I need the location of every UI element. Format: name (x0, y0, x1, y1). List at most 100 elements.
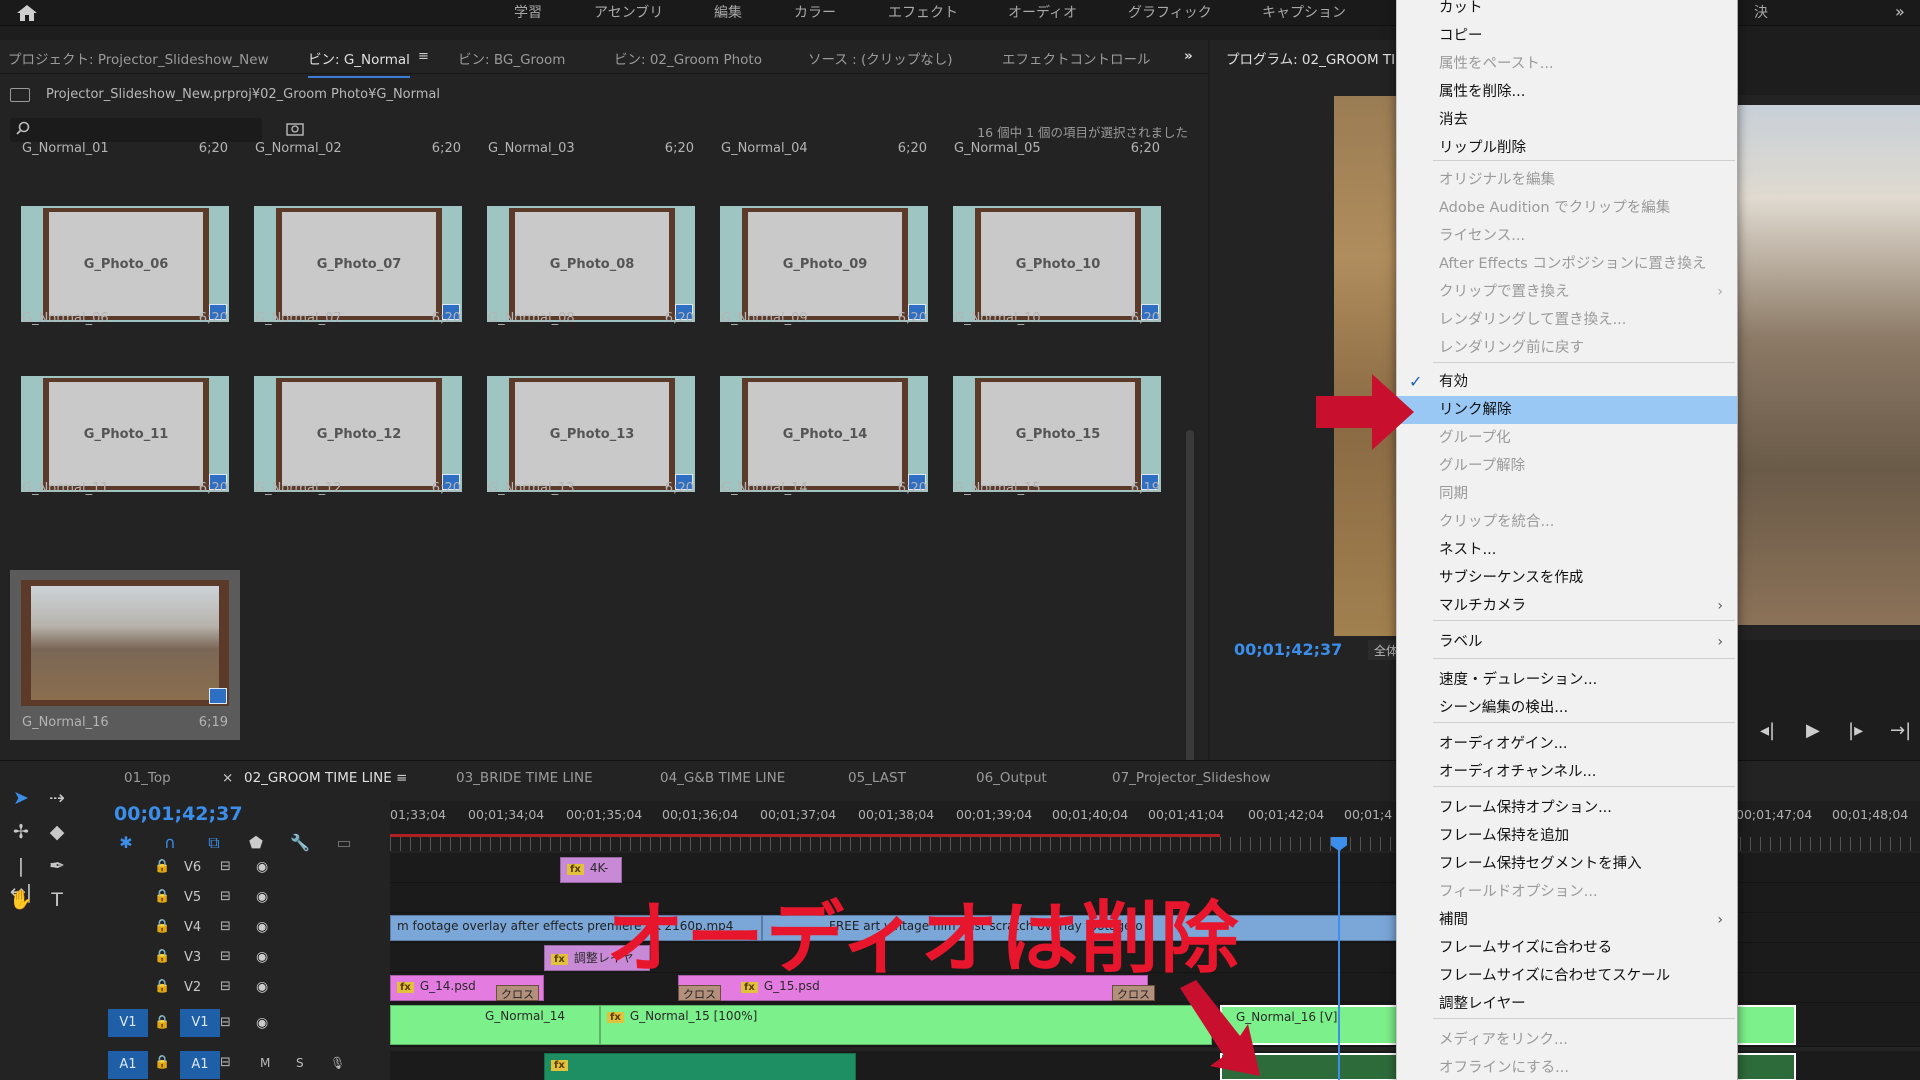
sync-lock-icon[interactable]: ⊟ (220, 1015, 231, 1030)
tab-project[interactable]: プロジェクト: Projector_Slideshow_New (8, 48, 269, 68)
slip-tool-icon[interactable]: |↔| (8, 853, 34, 903)
menu-item-make-subsequence[interactable]: サブシーケンスを作成 (1397, 564, 1737, 592)
menu-item-label[interactable]: ラベル › (1397, 628, 1737, 656)
track-target-a1[interactable]: A1 (180, 1051, 220, 1079)
lock-icon[interactable]: 🔒 (154, 859, 170, 874)
menu-item-time-interpolation[interactable]: 補間 › (1397, 906, 1737, 934)
menu-item-edit-in-audition[interactable]: Adobe Audition でクリップを編集 (1397, 194, 1737, 222)
timeline-clip[interactable]: G_Normal_14 (390, 1005, 600, 1045)
list-item[interactable]: G_Photo_13 G_Normal_13 6;20 (476, 336, 706, 506)
more-tabs-icon[interactable]: » (1184, 48, 1193, 64)
sync-lock-icon[interactable]: ⊟ (220, 979, 231, 994)
list-item[interactable]: G_Photo_06 G_Normal_06 6;20 (10, 166, 240, 336)
tab-sequence-top[interactable]: 01_Top (124, 770, 171, 786)
selection-tool-icon[interactable]: ➤ (8, 785, 34, 811)
menu-item-set-to-frame-size[interactable]: フレームサイズに合わせる (1397, 934, 1737, 962)
wrench-icon[interactable]: 🔧 (290, 833, 310, 853)
list-item[interactable]: G_Photo_10 G_Normal_10 6;20 (942, 166, 1172, 336)
menu-item-audio-gain[interactable]: オーディオゲイン... (1397, 730, 1737, 758)
menu-item-restore-unrendered[interactable]: レンダリング前に戻す (1397, 334, 1737, 362)
lock-icon[interactable]: 🔒 (154, 1055, 170, 1070)
menu-item-merge-clips[interactable]: クリップを統合... (1397, 508, 1737, 536)
lock-icon[interactable]: 🔒 (154, 919, 170, 934)
pen-tool-icon[interactable]: ✒ (44, 853, 70, 879)
expand-icon[interactable]: » (1895, 2, 1905, 21)
razor-tool-icon[interactable]: ◆ (44, 819, 70, 845)
sync-lock-icon[interactable]: ⊟ (220, 949, 231, 964)
menu-item-ripple-delete[interactable]: リップル削除 (1397, 134, 1737, 162)
menu-item-speed-duration[interactable]: 速度・デュレーション... (1397, 666, 1737, 694)
lock-icon[interactable]: 🔒 (154, 949, 170, 964)
go-to-out-icon[interactable]: →| (1890, 720, 1911, 741)
menu-item-remove-attributes[interactable]: 属性を削除... (1397, 78, 1737, 106)
audio-clip[interactable]: fx (544, 1053, 856, 1080)
add-marker-icon[interactable]: ⬟ (246, 833, 266, 853)
nest-toggle-icon[interactable]: ✱ (116, 833, 136, 853)
menu-item-link-media[interactable]: メディアをリンク... (1397, 1026, 1737, 1054)
menu-item-cut[interactable]: カット (1397, 0, 1737, 22)
list-item[interactable]: G_Photo_08 G_Normal_08 6;20 (476, 166, 706, 336)
linked-selection-icon[interactable]: ⧉ (204, 833, 224, 853)
tab-gb-timeline[interactable]: 04_G&B TIME LINE (660, 770, 785, 786)
step-forward-icon[interactable]: |▸ (1848, 720, 1863, 741)
lock-icon[interactable]: 🔒 (154, 979, 170, 994)
sync-lock-icon[interactable]: ⊟ (220, 859, 231, 874)
list-item[interactable]: G_Photo_07 G_Normal_07 6;20 (243, 166, 473, 336)
tab-output[interactable]: 06_Output (976, 770, 1047, 786)
eye-icon[interactable]: ◉ (256, 889, 268, 905)
menu-item-paste-attributes[interactable]: 属性をペースト... (1397, 50, 1737, 78)
menu-item-scene-edit-detection[interactable]: シーン編集の検出... (1397, 694, 1737, 722)
list-item[interactable]: G_Normal_04 6;20 (709, 126, 939, 166)
menu-item-make-offline[interactable]: オフラインにする... (1397, 1054, 1737, 1080)
workspace-tab-effects[interactable]: エフェクト (888, 2, 958, 22)
menu-item-copy[interactable]: コピー (1397, 22, 1737, 50)
list-item[interactable]: G_Normal_02 6;20 (243, 126, 473, 166)
workspace-tab-audio[interactable]: オーディオ (1008, 2, 1077, 22)
workspace-tab-fragment[interactable]: 決 (1754, 2, 1768, 22)
list-item[interactable]: G_Normal_03 6;20 (476, 126, 706, 166)
workspace-tab-edit[interactable]: 編集 (714, 2, 742, 22)
menu-item-field-options[interactable]: フィールドオプション... (1397, 878, 1737, 906)
ripple-edit-tool-icon[interactable]: ✢ (8, 819, 34, 845)
list-item[interactable]: G_Photo_12 G_Normal_12 6;20 (243, 336, 473, 506)
tab-source[interactable]: ソース : (クリップなし) (808, 48, 953, 68)
home-icon[interactable] (16, 4, 38, 22)
list-item[interactable]: G_Photo_14 G_Normal_14 6;20 (709, 336, 939, 506)
menu-item-audio-channels[interactable]: オーディオチャンネル... (1397, 758, 1737, 786)
cross-dissolve-transition[interactable]: クロス (496, 985, 539, 1001)
list-item[interactable]: G_Photo_09 G_Normal_09 6;20 (709, 166, 939, 336)
list-item-selected[interactable]: G_Normal_16 6;19 (10, 570, 240, 740)
menu-item-nest[interactable]: ネスト... (1397, 536, 1737, 564)
eye-icon[interactable]: ◉ (256, 979, 268, 995)
tab-projector-slideshow[interactable]: 07_Projector_Slideshow (1112, 770, 1271, 786)
tab-groom-timeline[interactable]: 02_GROOM TIME LINE (244, 770, 392, 786)
source-patch-v1[interactable]: V1 (108, 1009, 148, 1037)
list-item[interactable]: G_Photo_11 G_Normal_11 6;20 (10, 336, 240, 506)
menu-item-edit-original[interactable]: オリジナルを編集 (1397, 166, 1737, 194)
tab-effect-controls[interactable]: エフェクトコントロール (1002, 48, 1151, 68)
source-patch-a1[interactable]: A1 (108, 1051, 148, 1079)
menu-item-scale-to-frame-size[interactable]: フレームサイズに合わせてスケール (1397, 962, 1737, 990)
menu-item-synchronize[interactable]: 同期 (1397, 480, 1737, 508)
microphone-icon[interactable]: 🎙 (330, 1056, 345, 1070)
menu-item-multi-camera[interactable]: マルチカメラ › (1397, 592, 1737, 620)
menu-item-enable[interactable]: ✓ 有効 (1397, 368, 1737, 396)
hand-tool-icon[interactable]: ✋ (8, 887, 34, 913)
timeline-timecode[interactable]: 00;01;42;37 (114, 803, 243, 825)
workspace-tab-learn[interactable]: 学習 (514, 2, 542, 22)
menu-item-replace-with-clip[interactable]: クリップで置き換え › (1397, 278, 1737, 306)
solo-button[interactable]: S (296, 1056, 304, 1070)
tab-bin-groom-photo[interactable]: ビン: 02_Groom Photo (614, 48, 762, 68)
sync-lock-icon[interactable]: ⊟ (220, 889, 231, 904)
menu-item-clear[interactable]: 消去 (1397, 106, 1737, 134)
list-item[interactable]: G_Photo_15 G_Normal_15 6;19 (942, 336, 1172, 506)
eye-icon[interactable]: ◉ (256, 919, 268, 935)
mute-button[interactable]: M (260, 1056, 270, 1070)
snap-icon[interactable]: ∩ (160, 833, 180, 853)
type-tool-icon[interactable]: T (44, 887, 70, 913)
menu-item-license[interactable]: ライセンス... (1397, 222, 1737, 250)
list-item[interactable]: G_Normal_05 6;20 (942, 126, 1172, 166)
playhead[interactable] (1338, 839, 1340, 1080)
program-timecode[interactable]: 00;01;42;37 (1234, 640, 1342, 659)
menu-item-replace-ae-comp[interactable]: After Effects コンポジションに置き換え (1397, 250, 1737, 278)
